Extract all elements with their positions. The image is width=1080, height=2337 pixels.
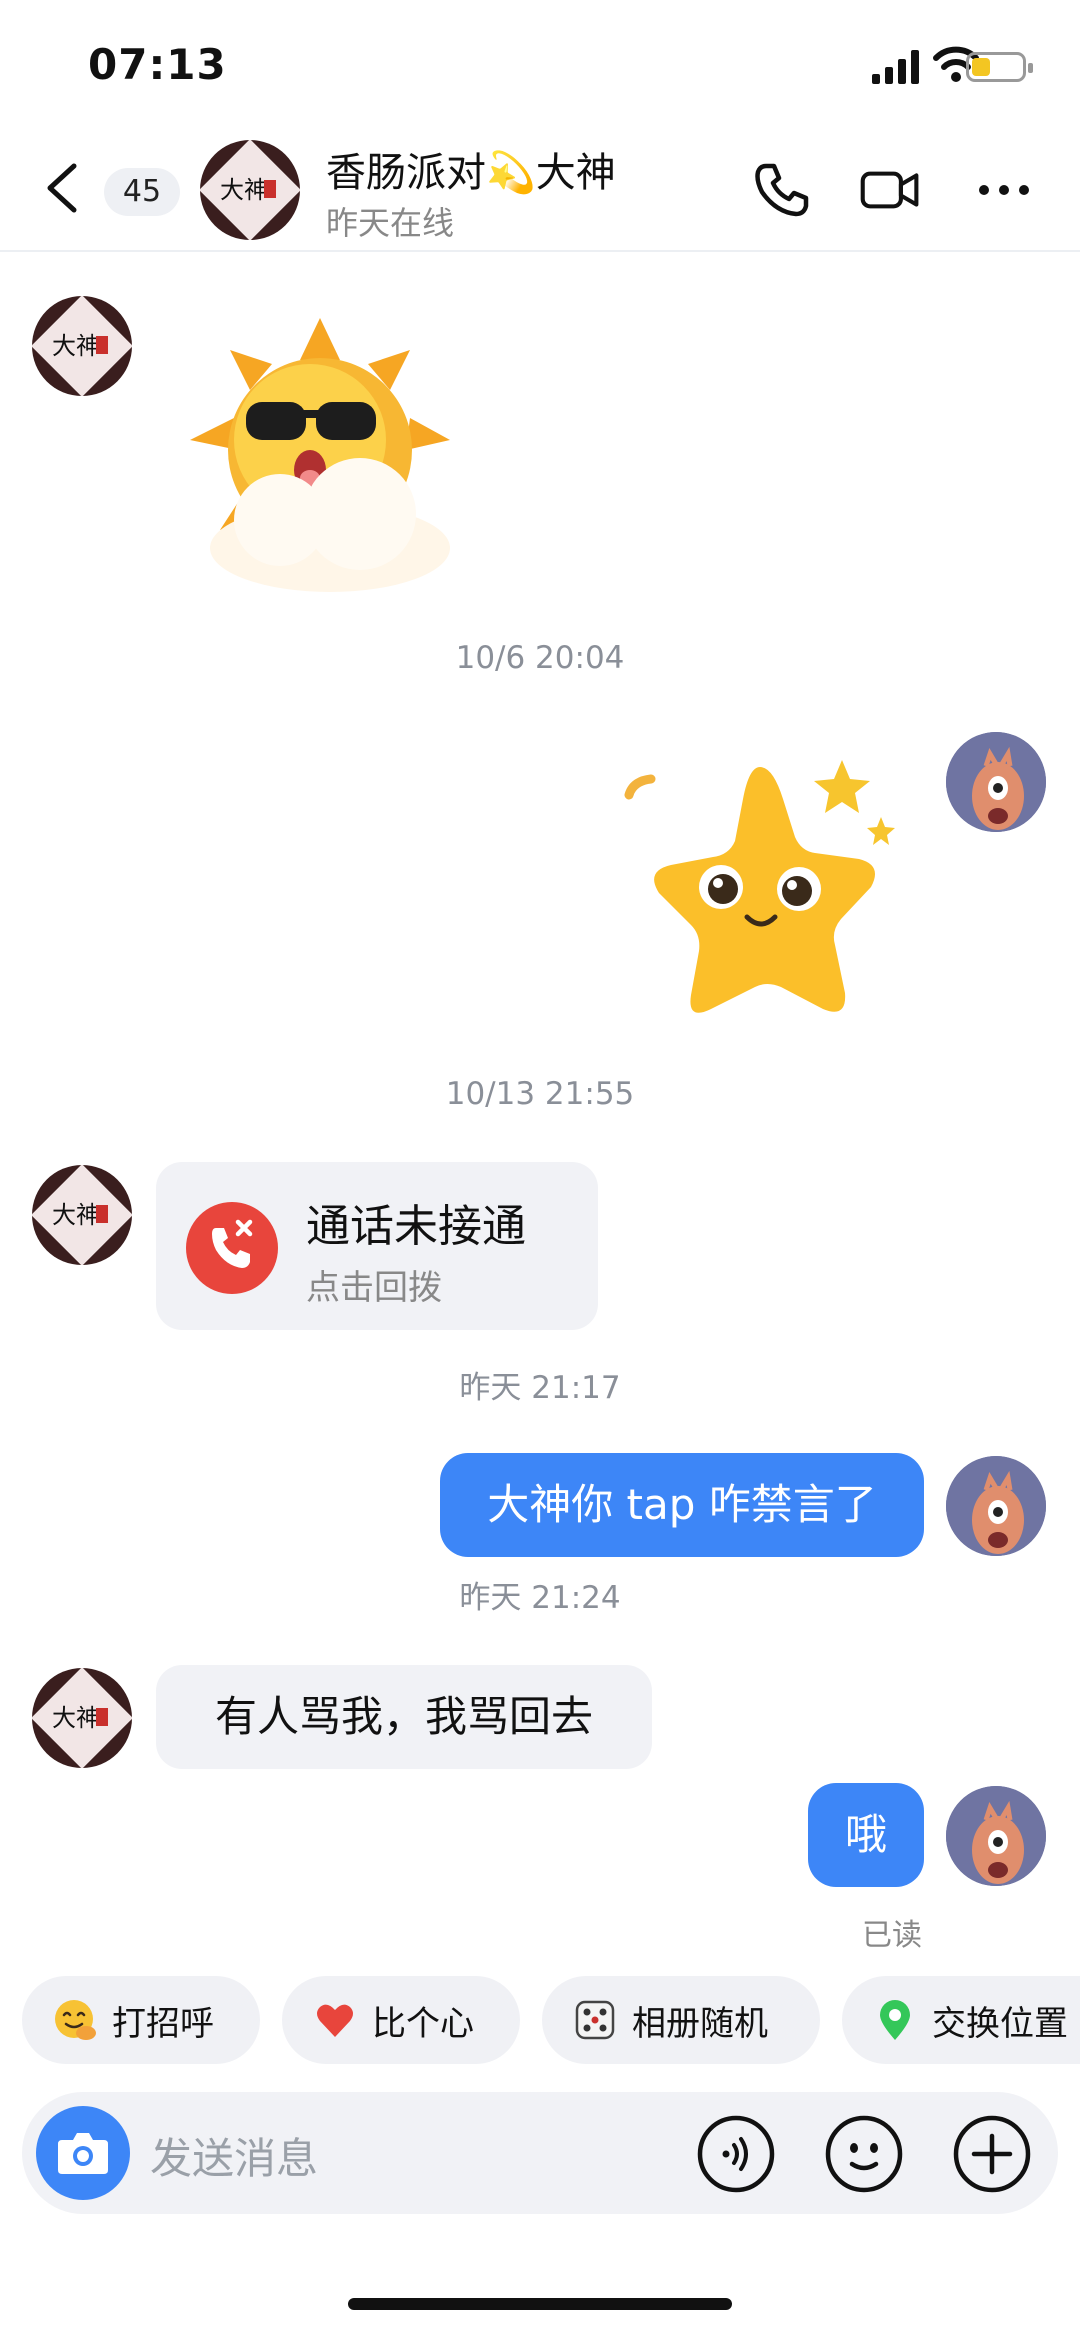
location-pin-icon xyxy=(880,2000,910,2040)
unread-count-badge[interactable]: 45 xyxy=(104,168,180,216)
outgoing-message-bubble[interactable]: 大神你 tap 咋禁言了 xyxy=(440,1453,924,1557)
message-timestamp: 10/6 20:04 xyxy=(455,640,625,676)
missed-call-title: 通话未接通 xyxy=(306,1201,526,1252)
chip-label: 比个心 xyxy=(372,2003,474,2044)
contact-name: 香肠派对💫大神 xyxy=(326,150,616,196)
message-timestamp: 10/13 21:55 xyxy=(445,1076,635,1112)
cellular-signal-icon xyxy=(872,50,919,84)
dice-icon xyxy=(575,2000,615,2040)
message-timestamp: 昨天 21:17 xyxy=(459,1370,621,1406)
avatar-logo-text: 大神 xyxy=(52,1704,100,1732)
quick-action-greet[interactable]: 打招呼 xyxy=(22,1976,260,2064)
back-arrow-icon[interactable] xyxy=(44,162,80,214)
voice-message-icon[interactable] xyxy=(696,2114,776,2194)
contact-status: 昨天在线 xyxy=(326,204,455,242)
chip-label: 打招呼 xyxy=(112,2003,214,2044)
plus-icon[interactable] xyxy=(952,2114,1032,2194)
chip-label: 交换位置 xyxy=(932,2003,1068,2044)
home-indicator xyxy=(348,2298,732,2310)
camera-icon xyxy=(58,2133,108,2174)
my-avatar[interactable] xyxy=(946,1786,1046,1886)
emoji-icon[interactable] xyxy=(824,2114,904,2194)
missed-call-icon xyxy=(186,1202,278,1294)
quick-action-heart[interactable]: 比个心 xyxy=(282,1976,520,2064)
message-input[interactable]: 发送消息 xyxy=(150,2125,318,2186)
camera-button[interactable] xyxy=(36,2106,130,2200)
my-avatar[interactable] xyxy=(946,732,1046,832)
sun-sticker[interactable] xyxy=(180,310,470,600)
quick-action-random-photo[interactable]: 相册随机 xyxy=(542,1976,820,2064)
outgoing-message-bubble[interactable]: 哦 xyxy=(808,1783,924,1887)
read-receipt: 已读 xyxy=(862,1918,922,1953)
quick-action-share-location[interactable]: 交换位置 xyxy=(842,1976,1080,2064)
contact-avatar[interactable]: 大神 xyxy=(32,296,132,396)
incoming-message-bubble[interactable]: 有人骂我，我骂回去 xyxy=(156,1665,652,1769)
video-call-icon[interactable] xyxy=(860,160,920,220)
chip-label: 相册随机 xyxy=(632,2003,768,2044)
avatar-logo-text: 大神 xyxy=(52,1201,100,1229)
status-time: 07:13 xyxy=(88,40,227,89)
call-back-link[interactable]: 点击回拨 xyxy=(306,1260,442,1309)
star-sticker[interactable] xyxy=(615,755,905,1035)
message-timestamp: 昨天 21:24 xyxy=(459,1580,621,1616)
avatar-logo-text: 大神 xyxy=(52,332,100,360)
contact-avatar[interactable]: 大神 xyxy=(32,1668,132,1768)
contact-avatar[interactable]: 大神 xyxy=(200,140,300,240)
waving-face-icon xyxy=(55,2000,96,2040)
phone-icon[interactable] xyxy=(752,160,812,220)
more-options-icon[interactable] xyxy=(974,160,1034,220)
avatar-logo-text: 大神 xyxy=(220,176,268,204)
my-avatar[interactable] xyxy=(946,1456,1046,1556)
contact-avatar[interactable]: 大神 xyxy=(32,1165,132,1265)
battery-icon xyxy=(966,52,1033,82)
heart-icon xyxy=(317,2004,353,2037)
